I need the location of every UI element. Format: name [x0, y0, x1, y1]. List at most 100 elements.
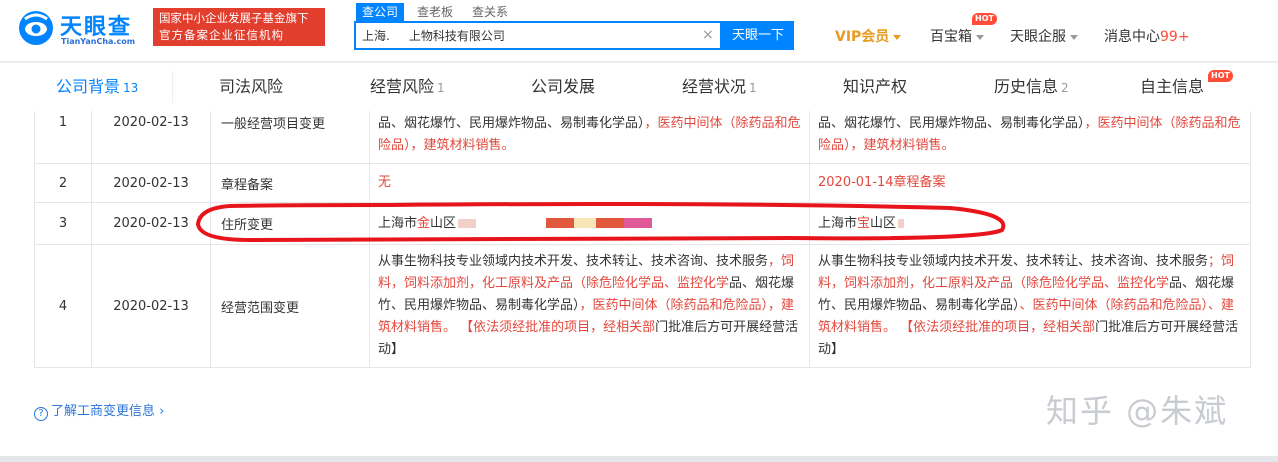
redaction-bar: [624, 218, 653, 228]
change-date: 2020-02-13: [91, 244, 211, 368]
tab-operation-risk[interactable]: 经营风险 1: [370, 63, 445, 111]
hot-badge: HOT: [972, 13, 997, 25]
after-change: 品、烟花爆竹、民用爆炸物品、易制毒化学品），医药中间体（除药品和危险品），建筑材…: [809, 111, 1251, 164]
message-center-label: 消息中心: [1104, 29, 1160, 45]
tab-search-relation[interactable]: 查关系: [472, 3, 508, 21]
redaction-bar: [596, 218, 625, 228]
after-change[interactable]: 2020-01-14章程备案: [809, 163, 1251, 203]
official-badge: 国家中小企业发展子基金旗下 官方备案企业征信机构: [153, 8, 325, 46]
table-row: 3 2020-02-13 住所变更 上海市金山区 上海市宝山区: [34, 202, 1251, 245]
tab-company-development[interactable]: 公司发展: [531, 63, 595, 111]
tab-label: 司法风险: [219, 77, 284, 96]
after-text: 品、烟花爆竹、民用爆炸物品、易制毒化学品）: [818, 115, 1085, 131]
badge-line-1: 国家中小企业发展子基金旗下: [159, 11, 309, 25]
row-number: 4: [34, 244, 92, 368]
scope-text-highlight: 、医药中间体（除药: [1019, 298, 1137, 313]
tab-operating-status[interactable]: 经营状况 1: [682, 63, 757, 111]
before-change: 品、烟花爆竹、民用爆炸物品、易制毒化学品），医药中间体（除药品和危险品），建筑材…: [369, 111, 810, 164]
table-row: 1 2020-02-13 一般经营项目变更 品、烟花爆竹、民用爆炸物品、易制毒化…: [34, 111, 1251, 164]
table-row: 2 2020-02-13 章程备案 无 2020-01-14章程备案: [34, 163, 1251, 203]
change-date: 2020-02-13: [91, 163, 211, 203]
search-button[interactable]: 天眼一下: [722, 21, 794, 50]
vip-member-menu[interactable]: VIP会员: [835, 26, 902, 46]
business-change-table: 1 2020-02-13 一般经营项目变更 品、烟花爆竹、民用爆炸物品、易制毒化…: [34, 111, 1251, 368]
before-change: 上海市金山区: [369, 202, 810, 245]
tab-count: 2: [1061, 81, 1069, 95]
row-number: 2: [34, 163, 92, 203]
redaction-bar: [546, 218, 575, 228]
address-changed-char: 金: [417, 215, 431, 231]
tab-label: 经营状况: [682, 77, 747, 96]
nav-divider: [172, 71, 173, 103]
search-input[interactable]: [356, 23, 696, 48]
before-text-highlight: ，建筑材料销售。: [410, 137, 515, 153]
tab-company-background[interactable]: 公司背景 13: [56, 63, 139, 111]
tab-label: 自主信息: [1140, 77, 1205, 96]
tab-label: 历史信息: [994, 77, 1059, 96]
badge-line-2: 官方备案企业征信机构: [159, 28, 284, 42]
top-header: 天眼查 TianYanCha.com 国家中小企业发展子基金旗下 官方备案企业征…: [0, 0, 1278, 62]
tab-search-company[interactable]: 查公司: [356, 3, 405, 21]
tab-history-info[interactable]: 历史信息 2: [994, 63, 1069, 111]
tab-count: 1: [749, 81, 757, 95]
address-prefix: 上海市: [378, 215, 418, 231]
tab-count: 1: [437, 81, 445, 95]
qifu-menu[interactable]: 天眼企服: [1010, 26, 1078, 46]
scope-text: 从事生物科技专业领域内技术开发、技术转让、技术咨询、技术服务: [378, 254, 769, 269]
row-number: 3: [34, 202, 92, 245]
address-prefix: 上海市: [818, 215, 858, 231]
before-text: 品、烟花爆竹、民用爆炸物品、易制毒化学品）: [378, 115, 645, 131]
address-changed-char: 宝: [857, 215, 871, 231]
row-number: 1: [34, 111, 92, 164]
address-district: 山区: [430, 215, 457, 231]
baibaoxiang-label: 百宝箱: [930, 29, 972, 45]
search-box: ×: [354, 21, 722, 50]
tab-count: 13: [123, 81, 139, 95]
chevron-down-icon: [1070, 34, 1078, 40]
address-district: 山区: [870, 215, 897, 231]
tianyancha-logo[interactable]: 天眼查 TianYanCha.com: [16, 8, 142, 48]
change-records-panel: 1 2020-02-13 一般经营项目变更 品、烟花爆竹、民用爆炸物品、易制毒化…: [0, 111, 1278, 462]
vip-label: VIP会员: [835, 29, 890, 45]
change-item: 经营范围变更: [210, 244, 370, 368]
clear-icon[interactable]: ×: [702, 27, 714, 43]
message-center-link[interactable]: 消息中心99+: [1104, 26, 1190, 46]
after-change: 上海市宝山区: [809, 202, 1251, 245]
change-date: 2020-02-13: [91, 202, 211, 245]
change-date: 2020-02-13: [91, 111, 211, 164]
redacted-text: [458, 218, 477, 228]
scope-text-highlight: 品和危险品）: [1136, 298, 1209, 313]
learn-business-change-link[interactable]: ? 了解工商变更信息 ›: [34, 400, 164, 421]
redacted-text: [898, 218, 905, 228]
scope-text-highlight: 品和危险品）: [696, 298, 769, 313]
tab-self-info[interactable]: 自主信息: [1140, 63, 1204, 111]
after-change: 从事生物科技专业领域内技术开发、技术转让、技术咨询、技术服务；饲料，饲料添加剂，…: [809, 244, 1251, 368]
redaction-bar: [574, 218, 597, 228]
footer-strip: [0, 456, 1278, 462]
company-section-nav: 公司背景 13 司法风险 经营风险 1 公司发展 经营状况 1 知识产权 历史信息 2 …: [0, 63, 1278, 111]
chevron-right-icon: ›: [155, 404, 165, 419]
logo-eye-icon: [19, 11, 53, 45]
hot-badge: HOT: [1208, 70, 1233, 82]
after-text-highlight: ，建筑材料销售。: [850, 137, 955, 153]
chevron-down-icon: [976, 34, 984, 40]
change-item: 章程备案: [210, 163, 370, 203]
change-item: 一般经营项目变更: [210, 111, 370, 164]
before-change: 无: [369, 163, 810, 203]
qifu-label: 天眼企服: [1010, 29, 1066, 45]
tab-label: 知识产权: [843, 77, 908, 96]
change-item: 住所变更: [210, 202, 370, 245]
tab-intellectual-property[interactable]: 知识产权: [843, 63, 907, 111]
tab-search-boss[interactable]: 查老板: [417, 3, 453, 21]
tab-judicial-risk[interactable]: 司法风险: [219, 63, 283, 111]
chevron-down-icon: [893, 34, 902, 40]
tab-label: 公司发展: [531, 77, 596, 96]
scope-text: 从事生物科技专业领域内技术开发、技术转让、技术咨询、技术服务: [818, 254, 1209, 269]
question-icon: ?: [34, 407, 48, 421]
learn-more-label: 了解工商变更信息: [51, 404, 156, 419]
message-count-badge: 99+: [1160, 29, 1190, 45]
zhihu-watermark: 知乎 @朱斌: [1046, 392, 1229, 430]
baibaoxiang-menu[interactable]: 百宝箱: [930, 26, 984, 46]
table-row: 4 2020-02-13 经营范围变更 从事生物科技专业领域内技术开发、技术转让…: [34, 244, 1251, 368]
logo-domain: TianYanCha.com: [61, 37, 136, 46]
